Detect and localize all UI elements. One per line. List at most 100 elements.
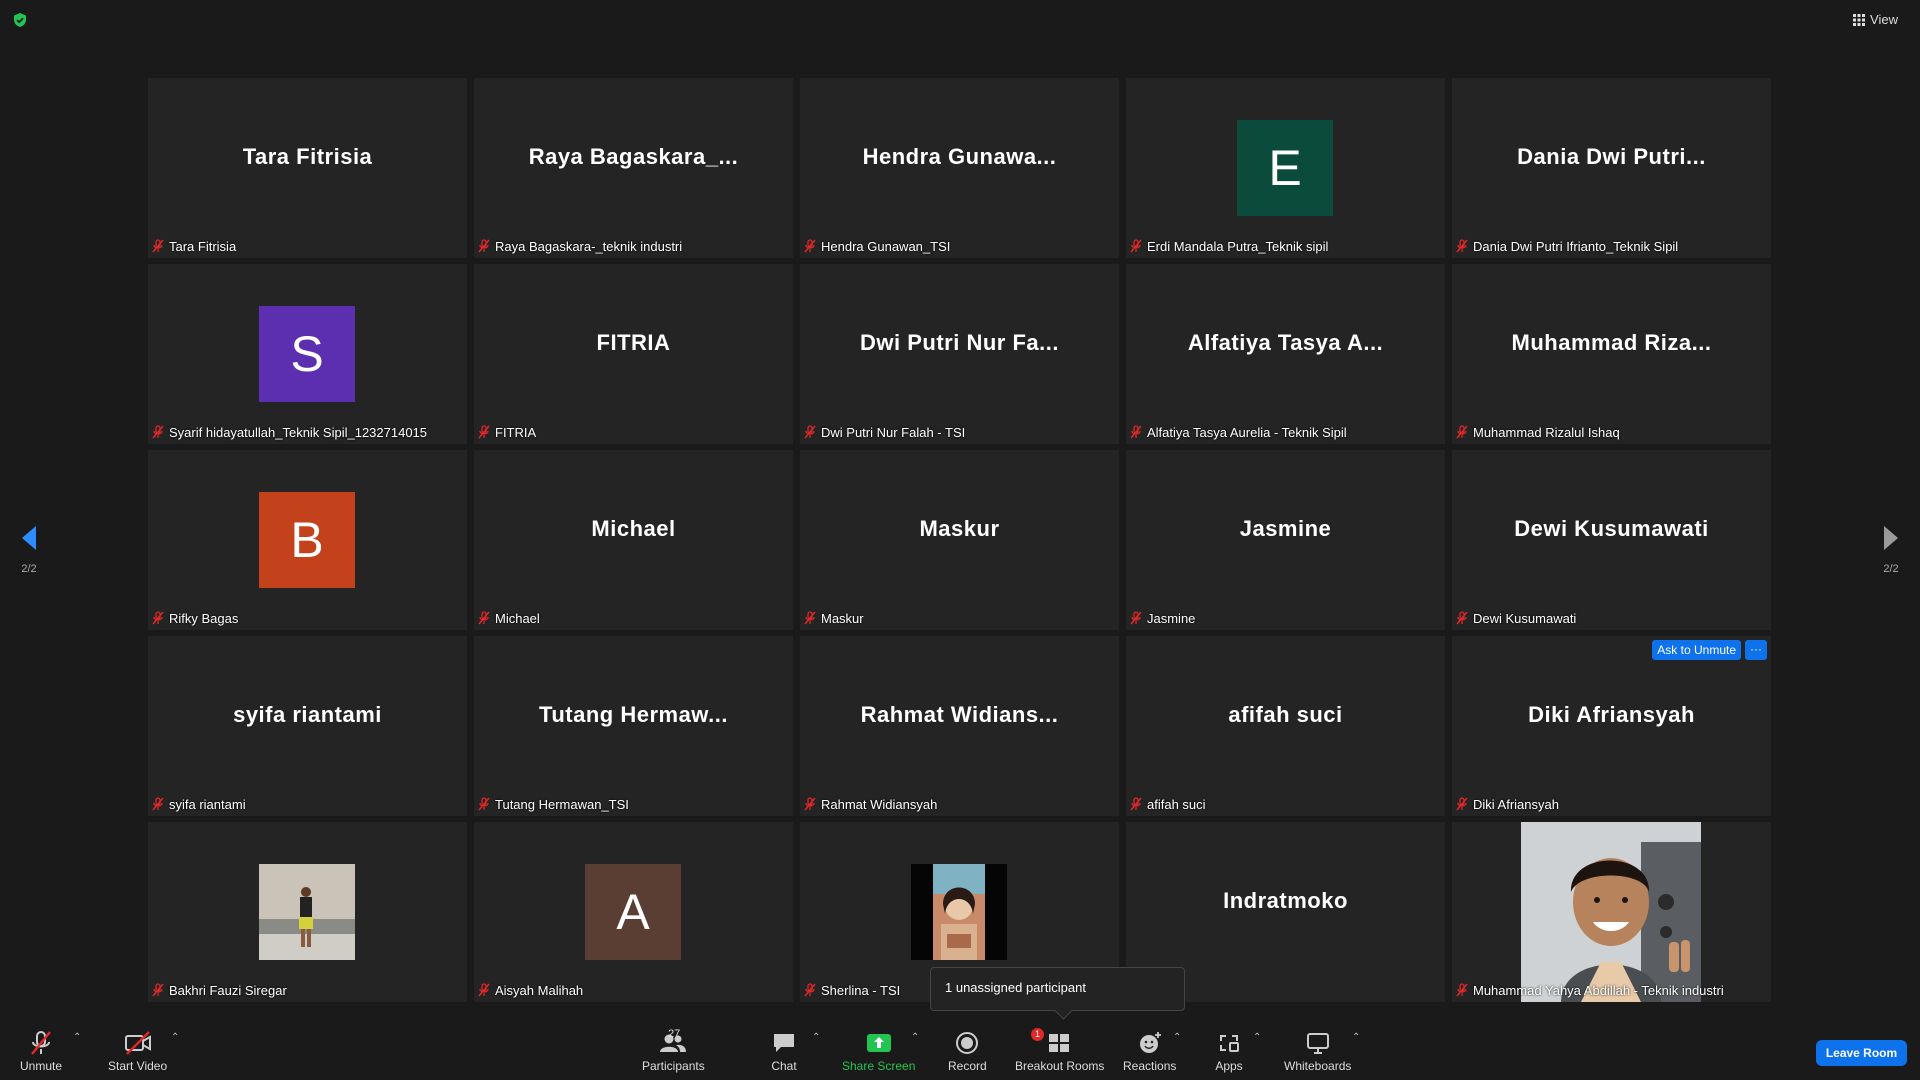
avatar-letter: A	[616, 884, 650, 940]
participant-tile[interactable]: Tara Fitrisia Tara Fitrisia	[148, 78, 467, 258]
leave-room-button[interactable]: Leave Room	[1816, 1040, 1907, 1066]
microphone-muted-icon	[1456, 611, 1468, 625]
view-button[interactable]: View	[1853, 12, 1898, 27]
participant-name: Rahmat Widiansyah	[821, 796, 938, 812]
participant-name-label: Bakhri Fauzi Siregar	[151, 980, 287, 1000]
participant-tile[interactable]: Bakhri Fauzi Siregar	[148, 822, 467, 1002]
participant-display-name: Dwi Putri Nur Fa...	[860, 330, 1059, 355]
participant-name-label: Muhammad Rizalul Ishaq	[1455, 422, 1620, 442]
microphone-muted-icon	[31, 1031, 51, 1055]
participant-tile[interactable]: Dania Dwi Putri... Dania Dwi Putri Ifrian…	[1452, 78, 1771, 258]
video-options-caret-icon[interactable]: ⌃	[171, 1032, 179, 1043]
participant-display-name: Diki Afriansyah	[1528, 702, 1695, 727]
meeting-toolbar: Unmute ⌃ Start Video ⌃ 27 Participants C…	[0, 1022, 1920, 1080]
participant-display-name: Rahmat Widians...	[860, 702, 1059, 727]
share-options-caret-icon[interactable]: ⌃	[911, 1032, 919, 1043]
reactions-options-caret-icon[interactable]: ⌃	[1173, 1032, 1181, 1043]
participant-display-name: Dewi Kusumawati	[1514, 516, 1709, 541]
participant-tile[interactable]: E Erdi Mandala Putra_Teknik sipil	[1126, 78, 1445, 258]
participant-tile[interactable]: Jasmine Jasmine	[1126, 450, 1445, 630]
reactions-label: Reactions	[1123, 1059, 1177, 1073]
apps-icon	[1220, 1035, 1239, 1052]
apps-options-caret-icon[interactable]: ⌃	[1253, 1032, 1261, 1043]
whiteboards-options-caret-icon[interactable]: ⌃	[1352, 1032, 1360, 1043]
participant-tile[interactable]: FITRIA FITRIA	[474, 264, 793, 444]
microphone-muted-icon	[152, 983, 164, 997]
previous-page-button[interactable]: 2/2	[18, 524, 40, 575]
participant-name: syifa riantami	[169, 796, 246, 812]
microphone-muted-icon	[804, 425, 816, 439]
start-video-button[interactable]: Start Video	[108, 1030, 167, 1073]
participant-tile[interactable]: Dewi Kusumawati Dewi Kusumawati	[1452, 450, 1771, 630]
participant-tile[interactable]: A Aisyah Malihah	[474, 822, 793, 1002]
participant-display-name: Jasmine	[1239, 516, 1332, 541]
participant-name-label: Muhammad Yahya Abdillah - Teknik industr…	[1455, 980, 1724, 1000]
audio-options-caret-icon[interactable]: ⌃	[73, 1032, 81, 1043]
unmute-button[interactable]: Unmute	[20, 1030, 62, 1073]
participants-label: Participants	[642, 1059, 705, 1073]
microphone-muted-icon	[1456, 425, 1468, 439]
chat-button[interactable]: Chat	[770, 1030, 798, 1073]
chat-label: Chat	[771, 1059, 797, 1073]
participant-tile[interactable]: Rahmat Widians... Rahmat Widiansyah	[800, 636, 1119, 816]
participant-name: Dwi Putri Nur Falah - TSI	[821, 424, 966, 440]
participant-display-name: Alfatiya Tasya A...	[1187, 330, 1384, 355]
reactions-button[interactable]: Reactions	[1123, 1030, 1176, 1073]
participant-display-name: Muhammad Riza...	[1511, 330, 1712, 355]
participant-tile[interactable]: Hendra Gunawa... Hendra Gunawan_TSI	[800, 78, 1119, 258]
security-shield-icon[interactable]	[12, 12, 28, 28]
participants-button[interactable]: 27 Participants	[642, 1028, 705, 1073]
participant-tile[interactable]: S Syarif hidayatullah_Teknik Sipil_123271…	[148, 264, 467, 444]
participant-avatar: B	[259, 492, 355, 588]
participant-tile[interactable]: Muhammad Riza... Muhammad Rizalul Ishaq	[1452, 264, 1771, 444]
chevron-right-icon	[1884, 526, 1898, 550]
breakout-rooms-button[interactable]: 1 Breakout Rooms	[1015, 1028, 1104, 1073]
microphone-muted-icon	[804, 611, 816, 625]
chat-options-caret-icon[interactable]: ⌃	[812, 1032, 820, 1043]
participant-name: Muhammad Yahya Abdillah - Teknik industr…	[1473, 982, 1724, 998]
ask-to-unmute-button[interactable]: Ask to Unmute	[1652, 640, 1741, 660]
participant-name-label: Tutang Hermawan_TSI	[477, 794, 629, 814]
participant-name-label: syifa riantami	[151, 794, 246, 814]
participant-tile[interactable]: Maskur Maskur	[800, 450, 1119, 630]
participant-name-label: Dewi Kusumawati	[1455, 608, 1576, 628]
participant-tile[interactable]: B Rifky Bagas	[148, 450, 467, 630]
participant-name-label: Diki Afriansyah	[1455, 794, 1559, 814]
breakout-rooms-badge: 1	[1031, 1028, 1045, 1041]
participant-name-label: Hendra Gunawan_TSI	[803, 236, 950, 256]
participant-tile[interactable]: Tutang Hermaw... Tutang Hermawan_TSI	[474, 636, 793, 816]
participant-tile[interactable]: Alfatiya Tasya A... Alfatiya Tasya Aureli…	[1126, 264, 1445, 444]
more-options-button[interactable]: ···	[1745, 640, 1767, 660]
microphone-muted-icon	[478, 425, 490, 439]
participant-name: Muhammad Rizalul Ishaq	[1473, 424, 1620, 440]
page-indicator-right: 2/2	[1883, 563, 1899, 575]
participant-tile[interactable]: afifah suci afifah suci	[1126, 636, 1445, 816]
microphone-muted-icon	[1130, 797, 1142, 811]
top-bar: View	[0, 0, 1920, 44]
participant-video-feed	[1521, 822, 1701, 1002]
microphone-muted-icon	[478, 239, 490, 253]
next-page-button[interactable]: 2/2	[1880, 524, 1902, 575]
participant-tile[interactable]: Michael Michael	[474, 450, 793, 630]
participant-name-label: Aisyah Malihah	[477, 980, 583, 1000]
apps-button[interactable]: Apps	[1215, 1030, 1243, 1073]
microphone-muted-icon	[152, 797, 164, 811]
record-button[interactable]: Record	[948, 1030, 987, 1073]
participant-name: Dewi Kusumawati	[1473, 610, 1577, 626]
participant-tile[interactable]: Muhammad Yahya Abdillah - Teknik industr…	[1452, 822, 1771, 1002]
microphone-muted-icon	[804, 239, 816, 253]
participant-name: Tara Fitrisia	[169, 238, 237, 254]
participant-display-name: Tara Fitrisia	[242, 144, 373, 169]
video-grid: Tara Fitrisia Tara Fitrisia Raya Bagaskara…	[148, 78, 1774, 1002]
participant-display-name: Maskur	[919, 516, 1000, 541]
participant-name-label: Maskur	[803, 608, 864, 628]
participant-photo	[911, 864, 1007, 960]
participant-tile[interactable]: Dwi Putri Nur Fa... Dwi Putri Nur Falah -…	[800, 264, 1119, 444]
participant-tile[interactable]: Diki Afriansyah Ask to Unmute ··· Diki Afri…	[1452, 636, 1771, 816]
record-icon	[956, 1032, 979, 1054]
whiteboards-button[interactable]: Whiteboards	[1284, 1030, 1351, 1073]
participant-tile[interactable]: syifa riantami syifa riantami	[148, 636, 467, 816]
share-screen-button[interactable]: Share Screen	[842, 1030, 915, 1073]
participant-avatar: A	[585, 864, 681, 960]
participant-tile[interactable]: Raya Bagaskara_... Raya Bagaskara-_teknik…	[474, 78, 793, 258]
